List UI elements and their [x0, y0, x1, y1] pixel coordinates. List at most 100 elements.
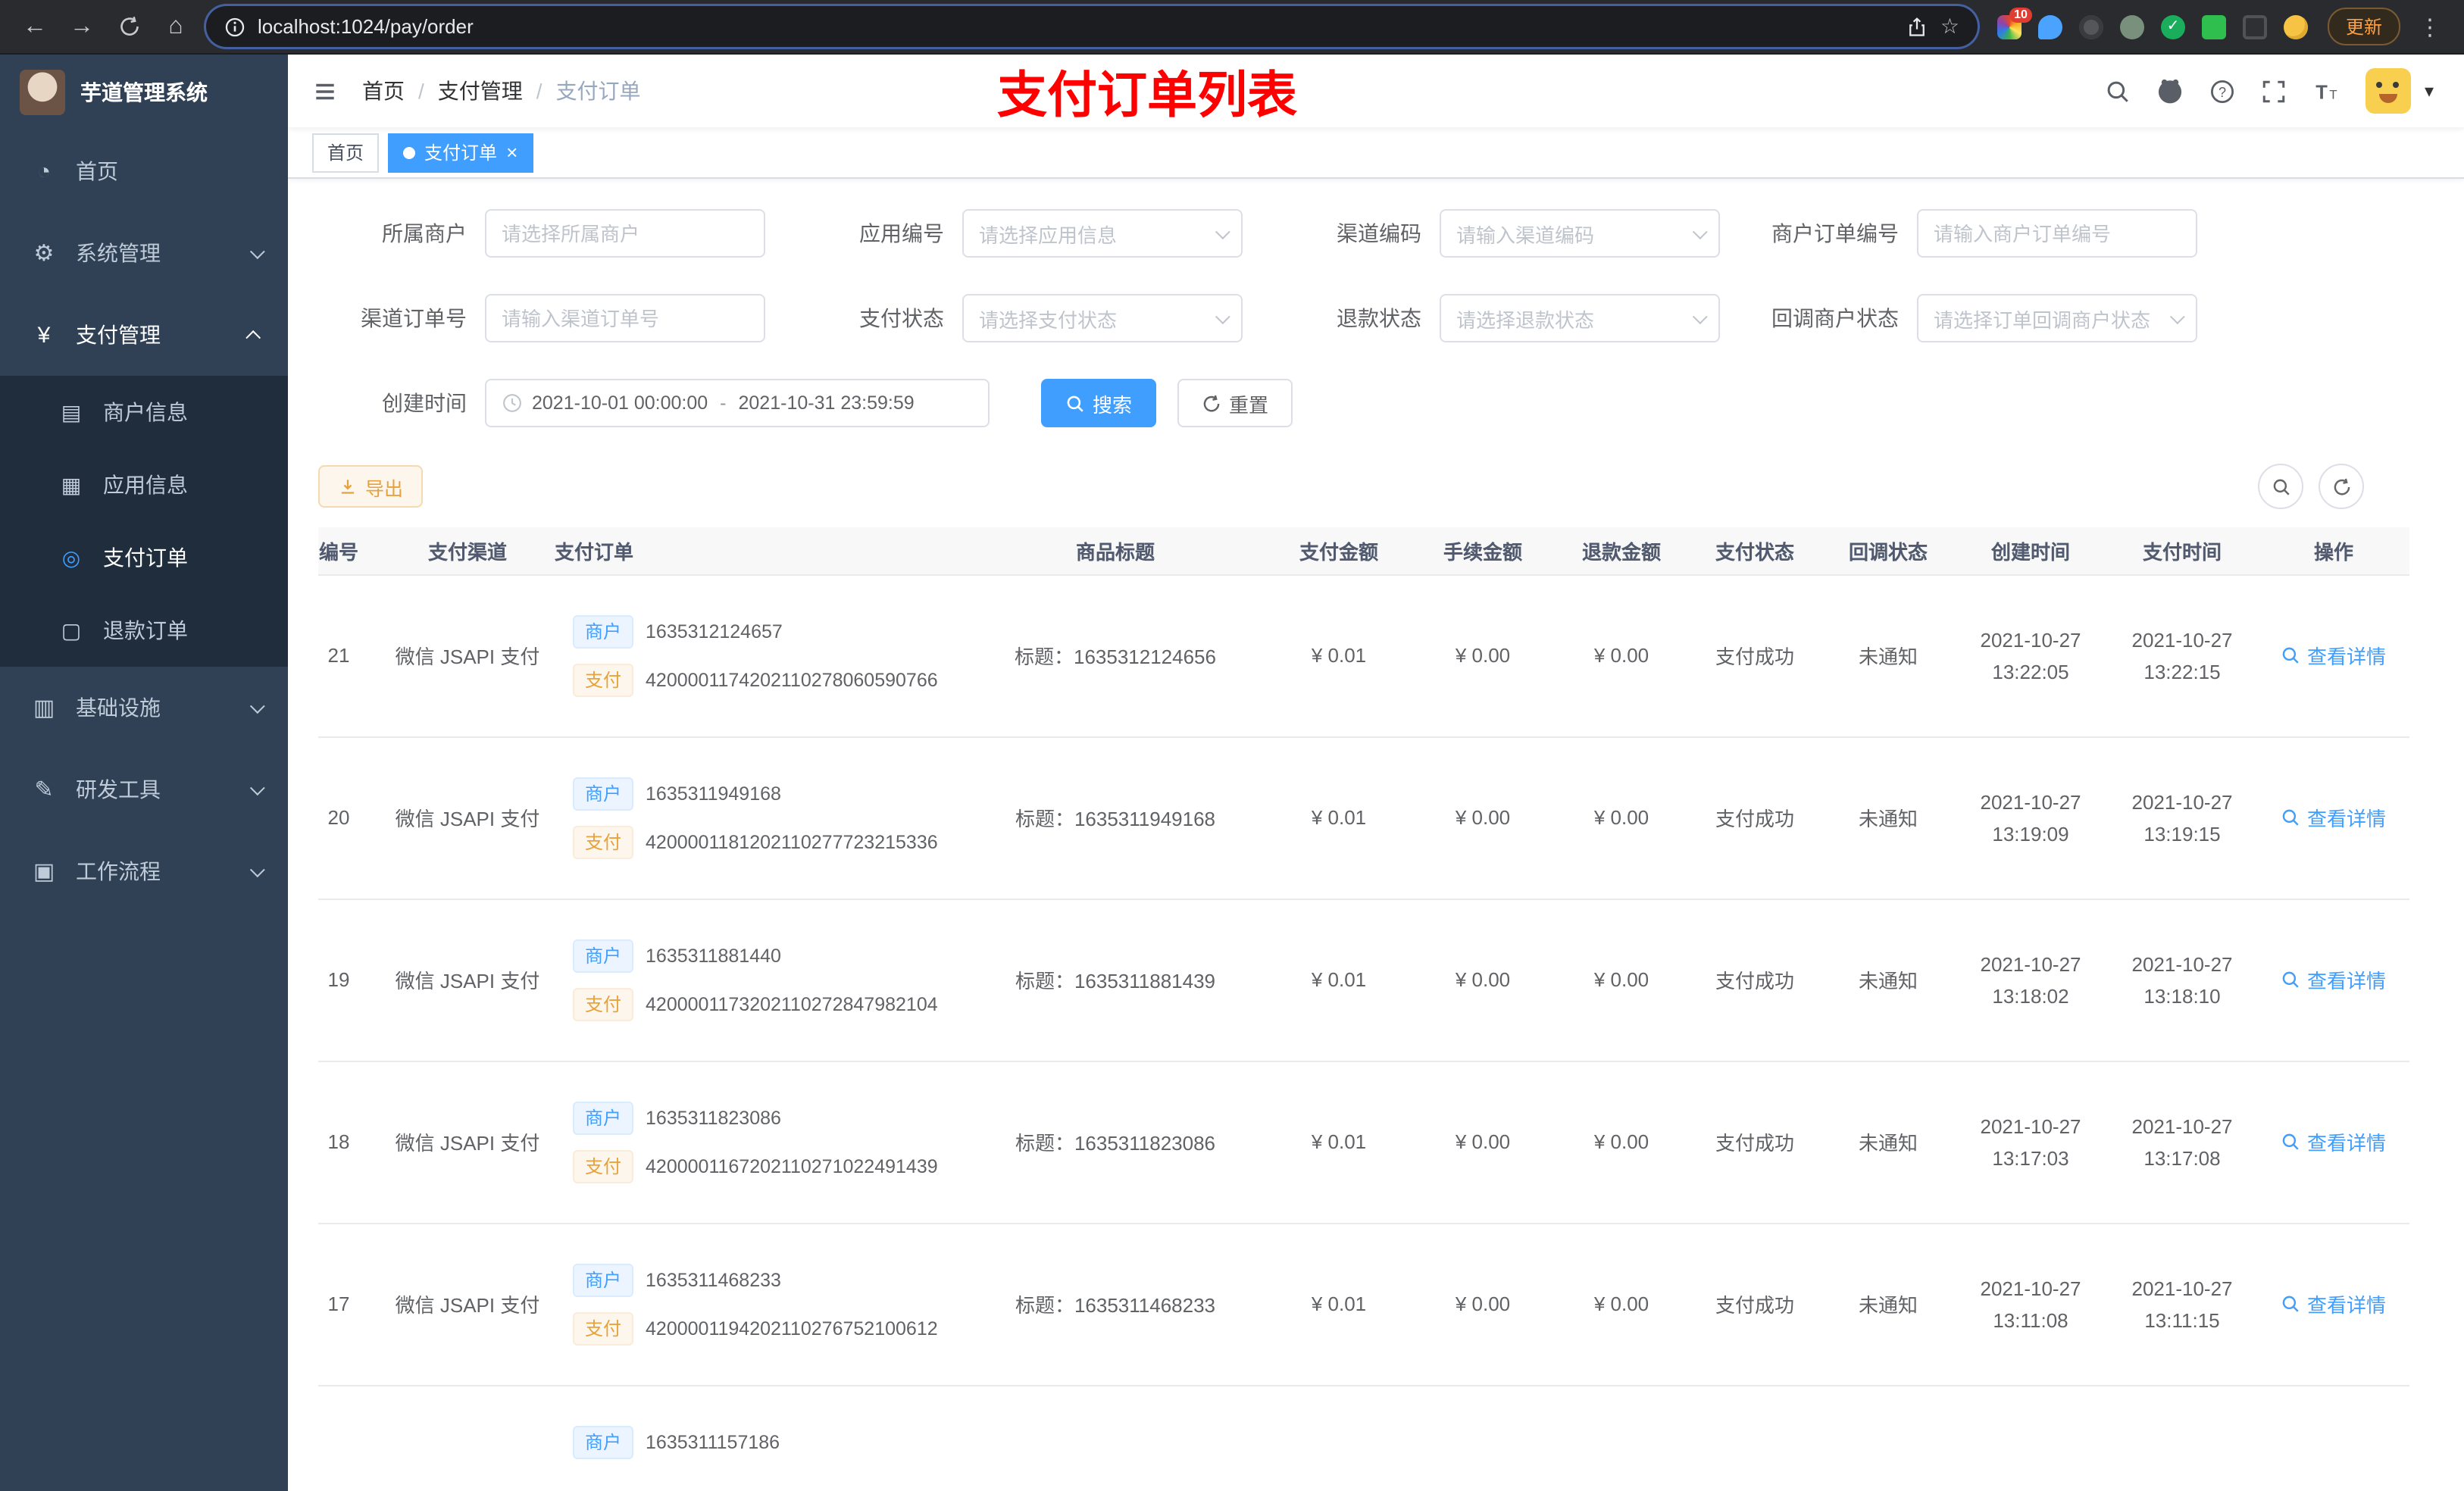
chevron-up-icon: [245, 329, 261, 345]
palette-extension-icon[interactable]: 10: [1997, 7, 2032, 39]
breadcrumb-separator: /: [536, 79, 543, 103]
sidebar-item-payment[interactable]: ¥ 支付管理: [0, 294, 288, 376]
user-avatar[interactable]: [2365, 68, 2411, 114]
search-button[interactable]: 搜索: [1041, 379, 1157, 427]
sidebar-item-workflow[interactable]: ▣ 工作流程: [0, 830, 288, 912]
date-start[interactable]: 2021-10-01 00:00:00: [532, 392, 708, 414]
export-button[interactable]: 导出: [318, 465, 424, 508]
date-range-picker[interactable]: 2021-10-01 00:00:00 - 2021-10-31 23:59:5…: [485, 379, 990, 427]
filter-label: 创建时间: [382, 391, 467, 415]
chevron-down-icon: [249, 780, 265, 796]
browser-forward-icon[interactable]: →: [65, 0, 98, 54]
table-row: 21 微信 JSAPI 支付 商户 1635312124657 支付 4200001174…: [318, 574, 2409, 737]
select-placeholder: 请选择订单回调商户状态: [1934, 308, 2151, 331]
orders-table: 编号 支付渠道 支付订单 商品标题 支付金额 手续金额 退款金额 支付状态 回调状态 创建时间 支付…: [318, 527, 2409, 1491]
view-detail-link[interactable]: 查看详情: [2281, 1289, 2386, 1318]
browser-update-button[interactable]: 更新: [2327, 8, 2400, 45]
pay-tag: 支付: [573, 1311, 634, 1345]
dark-extension-icon[interactable]: [2078, 14, 2103, 39]
browser-home-icon[interactable]: ⌂: [159, 0, 192, 54]
browser-menu-icon[interactable]: ⋮: [2414, 13, 2446, 40]
pay-tag: 支付: [573, 987, 634, 1021]
sidebar-subitem-refund-order[interactable]: ▢ 退款订单: [0, 594, 288, 667]
view-detail-link[interactable]: 查看详情: [2281, 641, 2386, 670]
share-icon[interactable]: [1907, 14, 1928, 38]
view-tab-0[interactable]: 首页: [312, 133, 380, 172]
chevron-down-icon: [1215, 223, 1230, 239]
browser-back-icon[interactable]: ←: [18, 0, 52, 54]
view-detail-label: 查看详情: [2306, 645, 2386, 668]
refresh-button[interactable]: [2319, 464, 2364, 509]
toggle-search-button[interactable]: [2258, 464, 2303, 509]
dashboard-icon: ◔: [36, 158, 52, 184]
navbar-icons: ? TT ▾: [2105, 68, 2440, 114]
search-icon[interactable]: [2105, 78, 2131, 104]
close-tab-icon[interactable]: ×: [506, 142, 518, 162]
sidebar-item-home[interactable]: ◔ 首页: [0, 130, 288, 212]
svg-text:T: T: [2315, 82, 2328, 103]
merchant-tag: 商户: [573, 1425, 634, 1458]
merchant-order-line: 商户 1635311468233: [555, 1263, 964, 1296]
cell-fee: ¥ 0.00: [1411, 899, 1555, 1061]
cell-paid: 2021-10-27 13:17:08: [2106, 1061, 2258, 1224]
face-extension-icon[interactable]: [2283, 14, 2308, 39]
filter-input-channel-order-no[interactable]: [485, 294, 765, 342]
view-detail-label: 查看详情: [2306, 1132, 2386, 1155]
site-info-icon[interactable]: [224, 14, 245, 38]
sidebar-toggle-icon[interactable]: [312, 78, 338, 104]
view-detail-link[interactable]: 查看详情: [2281, 803, 2386, 832]
breadcrumb-item[interactable]: 首页: [362, 76, 405, 106]
sidebar-subitem-app-info[interactable]: ▦ 应用信息: [0, 449, 288, 521]
chat-extension-icon[interactable]: [2201, 14, 2226, 39]
sidebar-subitem-merchant-info[interactable]: ▤ 商户信息: [0, 376, 288, 449]
paid-time: 13:11:15: [2144, 1308, 2220, 1331]
font-size-icon[interactable]: TT: [2312, 78, 2340, 104]
cell-paid: 2021-10-27 13:22:15: [2106, 574, 2258, 737]
logo[interactable]: 芋道管理系统: [0, 55, 288, 130]
cell-created: 2021-10-27 13:11:08: [1955, 1223, 2106, 1386]
reset-button-label: 重置: [1229, 393, 1269, 416]
filter-label: 支付状态: [859, 306, 944, 330]
sidebar-item-devtools[interactable]: ✎ 研发工具: [0, 749, 288, 830]
search-button-label: 搜索: [1093, 393, 1133, 416]
cell-created: 2021-10-27 13:18:02: [1955, 899, 2106, 1061]
reset-button[interactable]: 重置: [1177, 379, 1293, 427]
gray-extension-icon[interactable]: [2119, 14, 2144, 39]
date-end[interactable]: 2021-10-31 23:59:59: [739, 392, 915, 414]
fullscreen-icon[interactable]: [2261, 78, 2287, 104]
browser-reload-icon[interactable]: [112, 0, 145, 54]
pay-order-line: 支付 4200001194202110276752100612: [555, 1311, 964, 1345]
breadcrumb-item[interactable]: 支付管理: [438, 76, 523, 106]
pin-extension-icon[interactable]: [2242, 14, 2267, 39]
sidebar-subitem-label: 支付订单: [103, 545, 188, 570]
paid-date: 2021-10-27: [2131, 952, 2233, 975]
view-tab-1[interactable]: 支付订单 ×: [388, 133, 533, 172]
caret-down-icon[interactable]: ▾: [2425, 80, 2434, 102]
chevron-down-icon: [2169, 308, 2185, 324]
github-icon[interactable]: [2156, 77, 2184, 105]
sidebar-subitem-pay-order[interactable]: ◎ 支付订单: [0, 521, 288, 594]
filter-select-app[interactable]: 请选择应用信息: [962, 209, 1243, 258]
url-text[interactable]: localhost:1024/pay/order: [258, 15, 474, 38]
filter-input-merchant-order-no[interactable]: [1917, 209, 2197, 258]
drop-extension-icon[interactable]: [2037, 14, 2062, 39]
bookmark-star-icon[interactable]: ☆: [1940, 14, 1959, 39]
help-icon[interactable]: ?: [2209, 78, 2235, 104]
view-tab-label: 首页: [327, 142, 364, 164]
view-detail-link[interactable]: 查看详情: [2281, 1127, 2386, 1156]
sidebar-item-infrastructure[interactable]: ▥ 基础设施: [0, 667, 288, 749]
created-time: 13:19:09: [1992, 822, 2069, 845]
cell-refund: ¥ 0.00: [1555, 574, 1688, 737]
filter-field-merchant-order-no: 商户订单编号: [1750, 209, 2197, 258]
cell-refund: ¥ 0.00: [1555, 736, 1688, 899]
filter-select-refund-status[interactable]: 请选择退款状态: [1440, 294, 1720, 342]
filter-select-pay-status[interactable]: 请选择支付状态: [962, 294, 1243, 342]
check-extension-icon[interactable]: ✓: [2160, 14, 2185, 39]
filter-select-notify-status[interactable]: 请选择订单回调商户状态: [1917, 294, 2197, 342]
view-detail-link[interactable]: 查看详情: [2281, 965, 2386, 994]
url-bar[interactable]: localhost:1024/pay/order ☆: [206, 6, 1978, 47]
sidebar-item-system[interactable]: ⚙ 系统管理: [0, 212, 288, 294]
filter-input-merchant[interactable]: [485, 209, 765, 258]
filter-select-channel-code[interactable]: 请输入渠道编码: [1440, 209, 1720, 258]
doc-icon: ▢: [61, 617, 82, 642]
